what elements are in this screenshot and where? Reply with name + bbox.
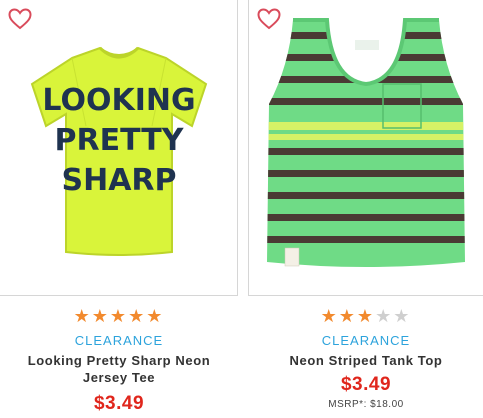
divider-line [249, 295, 483, 296]
product-card[interactable]: ★★★★★ CLEARANCE Neon Striped Tank Top $3… [249, 0, 483, 418]
product-name[interactable]: Neon Striped Tank Top [253, 352, 479, 369]
star-filled-icon: ★ [73, 306, 92, 327]
star-filled-icon: ★ [356, 306, 376, 327]
star-filled-icon: ★ [128, 306, 147, 327]
product-name[interactable]: Looking Pretty Sharp Neon Jersey Tee [4, 352, 234, 386]
tee-graphic-text: LOOKING PRETTY SHARP [42, 83, 195, 198]
rating-stars: ★★★★★ [0, 308, 238, 326]
star-empty-icon: ★ [393, 306, 412, 327]
star-empty-icon: ★ [375, 306, 394, 327]
divider-line [0, 295, 238, 296]
product-image-tee[interactable]: LOOKING PRETTY SHARP [0, 0, 238, 296]
product-price: $3.49 [340, 374, 392, 395]
star-filled-icon: ★ [109, 306, 129, 327]
msrp-price: MSRP*: $18.00 [328, 399, 404, 410]
product-card[interactable]: LOOKING PRETTY SHARP ★★★★★ CLEARANCE Looki… [0, 0, 238, 418]
card-divider [237, 0, 238, 296]
product-price: $3.49 [93, 393, 145, 414]
rating-stars: ★★★★★ [249, 308, 483, 326]
product-image-tank-top[interactable] [249, 0, 483, 296]
star-filled-icon: ★ [91, 306, 110, 327]
favorite-heart-icon[interactable] [8, 8, 32, 30]
clearance-badge: CLEARANCE [321, 333, 411, 348]
favorite-heart-icon[interactable] [257, 8, 281, 30]
star-filled-icon: ★ [146, 306, 165, 327]
star-filled-icon: ★ [320, 306, 339, 327]
star-filled-icon: ★ [338, 306, 357, 327]
clearance-badge: CLEARANCE [74, 333, 164, 348]
